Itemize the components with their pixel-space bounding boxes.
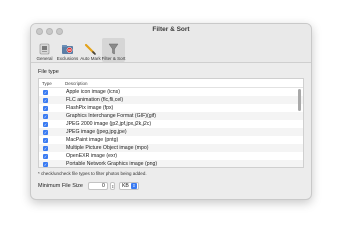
- table-row[interactable]: ✓ JPEG image (jpeg,jpg,jpe): [39, 128, 303, 136]
- title-bar: Filter & Sort: [31, 24, 311, 38]
- file-type-hint: * check/uncheck file types to filter pho…: [38, 171, 147, 176]
- file-type-description: JPEG 2000 image (jp2,jpf,jpx,j2k,j2c): [66, 121, 152, 127]
- file-type-description: MacPaint image (pntg): [66, 137, 119, 143]
- file-type-description: Portable Network Graphics image (png): [66, 161, 158, 167]
- file-type-description: Graphics Interchange Format (GIF)(gif): [66, 113, 156, 119]
- preferences-window: Filter & Sort General Exclusions Auto Ma…: [30, 23, 312, 200]
- file-type-checkbox[interactable]: ✓: [43, 89, 48, 95]
- table-row[interactable]: ✓ Apple icon image (icns): [39, 88, 303, 96]
- file-type-checkbox[interactable]: ✓: [43, 97, 48, 103]
- toolbar-exclusions-label: Exclusions: [56, 56, 79, 61]
- file-type-table: Type Description ✓ Apple icon image (icn…: [38, 78, 304, 168]
- table-row[interactable]: ✓ Portable Network Graphics image (png): [39, 160, 303, 167]
- table-row[interactable]: ✓ FlashPix image (fpx): [39, 104, 303, 112]
- table-row[interactable]: ✓ JPEG 2000 image (jp2,jpf,jpx,j2k,j2c): [39, 120, 303, 128]
- file-type-checkbox[interactable]: ✓: [43, 113, 48, 119]
- column-header-description[interactable]: Description: [65, 81, 303, 86]
- file-type-description: Apple icon image (icns): [66, 89, 120, 95]
- file-type-checkbox[interactable]: ✓: [43, 137, 48, 143]
- table-row[interactable]: ✓ Graphics Interchange Format (GIF)(gif): [39, 112, 303, 120]
- size-stepper[interactable]: ⇕: [109, 182, 115, 190]
- size-unit-select[interactable]: KB ⇕: [118, 182, 139, 190]
- file-type-checkbox[interactable]: ✓: [43, 105, 48, 111]
- file-type-description: FlashPix image (fpx): [66, 105, 114, 111]
- table-row[interactable]: ✓ MacPaint image (pntg): [39, 136, 303, 144]
- file-type-section-label: File type: [38, 69, 59, 75]
- file-type-checkbox[interactable]: ✓: [43, 145, 48, 151]
- filter-icon: [108, 43, 119, 55]
- toolbar-general-label: General: [36, 56, 53, 61]
- toolbar-exclusions[interactable]: Exclusions: [56, 38, 79, 62]
- chevron-updown-icon: ⇕: [130, 183, 137, 189]
- table-row[interactable]: ✓ Multiple Picture Object image (mpo): [39, 144, 303, 152]
- size-unit-value: KB: [121, 183, 129, 189]
- file-type-checkbox[interactable]: ✓: [43, 153, 48, 159]
- exclusions-icon: [62, 45, 73, 54]
- general-icon: [39, 43, 50, 55]
- file-type-description: FLC animation (flc,fli,cel): [66, 97, 124, 103]
- filter-sort-panel: File type Type Description ✓ Apple icon …: [31, 63, 311, 190]
- toolbar-filter-sort-label: Filter & Sort: [101, 56, 126, 61]
- file-type-checkbox[interactable]: ✓: [43, 129, 48, 135]
- toolbar-general[interactable]: General: [33, 38, 56, 62]
- column-header-type[interactable]: Type: [39, 81, 65, 86]
- auto-mark-icon: [84, 43, 96, 55]
- table-scrollbar[interactable]: [298, 89, 301, 111]
- stepper-arrows-icon: ⇕: [110, 184, 115, 189]
- file-type-description: Multiple Picture Object image (mpo): [66, 145, 149, 151]
- window-title: Filter & Sort: [152, 26, 190, 33]
- file-type-description: JPEG image (jpeg,jpg,jpe): [66, 129, 127, 135]
- minimum-file-size-field[interactable]: 0: [87, 182, 108, 190]
- table-row[interactable]: ✓ OpenEXR image (exr): [39, 152, 303, 160]
- file-type-description: OpenEXR image (exr): [66, 153, 118, 159]
- toolbar-auto-mark-label: Auto Mark: [80, 56, 101, 61]
- file-type-checkbox[interactable]: ✓: [43, 121, 48, 127]
- file-type-checkbox[interactable]: ✓: [43, 161, 48, 167]
- toolbar-auto-mark[interactable]: Auto Mark: [79, 38, 102, 62]
- table-header: Type Description: [39, 79, 303, 88]
- table-row[interactable]: ✓ FLC animation (flc,fli,cel): [39, 96, 303, 104]
- minimum-file-size-row: Minimum File Size 0 ⇕ KB ⇕: [38, 182, 304, 190]
- toolbar-filter-sort[interactable]: Filter & Sort: [102, 38, 125, 62]
- minimum-file-size-label: Minimum File Size: [38, 183, 83, 189]
- preferences-toolbar: General Exclusions Auto Mark Filter & So…: [31, 38, 311, 63]
